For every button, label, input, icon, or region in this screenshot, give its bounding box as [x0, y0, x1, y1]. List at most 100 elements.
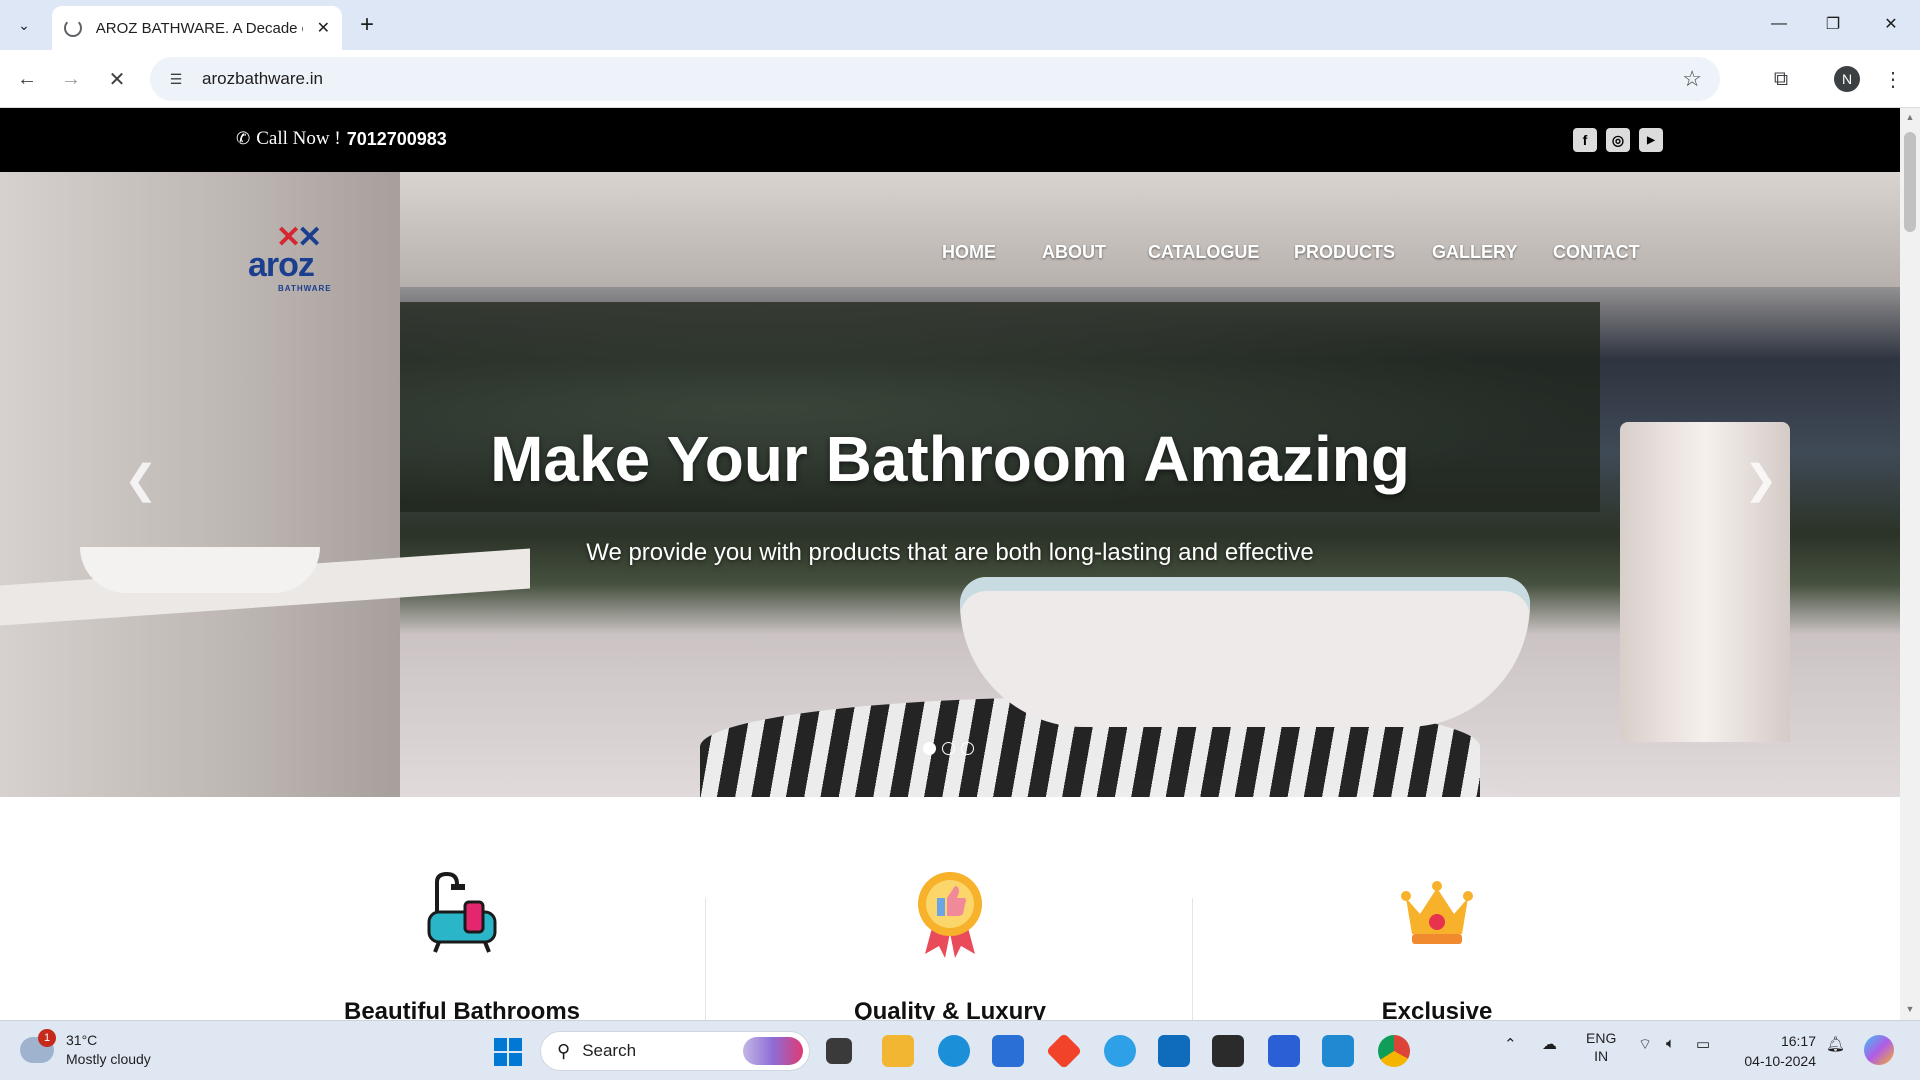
task-view-icon[interactable] — [826, 1038, 852, 1064]
feature-divider — [705, 898, 706, 1020]
lang-bottom: IN — [1594, 1048, 1609, 1064]
forward-button[interactable]: → — [56, 64, 86, 94]
nav-contact[interactable]: CONTACT — [1553, 242, 1640, 263]
tab-search-button[interactable]: ⌄ — [10, 12, 38, 38]
feature-beautiful-bathrooms: Beautiful Bathrooms — [332, 868, 592, 1020]
notifications-icon[interactable]: 🔔︎ — [1826, 1035, 1845, 1053]
restore-button[interactable]: ❐ — [1806, 8, 1860, 40]
copilot-icon[interactable] — [1864, 1035, 1894, 1065]
loading-spinner-icon — [64, 19, 82, 37]
extensions-icon[interactable]: ⧉ — [1766, 64, 1796, 94]
hero-subtitle: We provide you with products that are bo… — [586, 539, 1314, 566]
instagram-icon[interactable]: ◎ — [1606, 128, 1630, 152]
browser-toolbar: ← → ✕ ☰ arozbathware.in ☆ ⧉ N ⋮ — [0, 50, 1920, 108]
hero-image-bathtub — [960, 577, 1530, 727]
close-tab-icon[interactable]: ✕ — [317, 18, 330, 38]
crown-icon — [1392, 868, 1482, 958]
notification-badge: 1 — [38, 1029, 56, 1047]
browser-tab[interactable]: AROZ BATHWARE. A Decade of ✕ — [52, 6, 342, 50]
onedrive-icon[interactable]: ☁ — [1542, 1035, 1557, 1053]
feature-exclusive: Exclusive — [1307, 868, 1567, 1020]
clock-time: 16:17 — [1780, 1033, 1816, 1049]
cloud-icon: 1 — [20, 1029, 56, 1063]
chevron-up-icon[interactable]: ⌃ — [1504, 1035, 1517, 1053]
tab-title: AROZ BATHWARE. A Decade of — [95, 19, 303, 37]
carousel-dot[interactable] — [923, 742, 936, 755]
app-icon[interactable] — [1212, 1035, 1244, 1067]
weather-text: 31°C Mostly cloudy — [66, 1031, 151, 1069]
search-icon: ⚲ — [557, 1040, 571, 1061]
wifi-icon[interactable]: ⌔ — [1638, 1035, 1652, 1054]
new-tab-button[interactable]: + — [352, 10, 382, 40]
nav-home[interactable]: HOME — [942, 242, 996, 263]
nav-catalogue[interactable]: CATALOGUE — [1148, 242, 1259, 263]
feature-label: Quality & Luxury — [853, 998, 1047, 1020]
logo-subtitle: BATHWARE — [278, 284, 332, 293]
browser-tab-strip: ⌄ AROZ BATHWARE. A Decade of ✕ + — ❐ ✕ — [0, 0, 1920, 50]
file-explorer-icon[interactable] — [882, 1035, 914, 1067]
taskbar-search[interactable]: ⚲ Search — [540, 1031, 810, 1071]
carousel-prev-icon[interactable]: ❮ — [124, 457, 158, 503]
edge-icon[interactable] — [938, 1035, 970, 1067]
call-label: Call Now ! — [256, 128, 341, 149]
windows-start-icon[interactable] — [494, 1038, 522, 1066]
hero-carousel: ✕✕ aroz BATHWARE HOME ABOUT CATALOGUE PR… — [0, 172, 1900, 797]
browser-menu-icon[interactable]: ⋮ — [1878, 64, 1908, 94]
feature-label: Beautiful Bathrooms — [343, 998, 580, 1020]
search-label: Search — [582, 1041, 637, 1060]
close-window-button[interactable]: ✕ — [1864, 8, 1918, 40]
scroll-thumb[interactable] — [1904, 132, 1916, 232]
page-viewport: ✆ Call Now ! 7012700983 f ◎ ▶ ✕✕ aroz BA… — [0, 108, 1920, 1020]
profile-button[interactable]: N — [1832, 64, 1862, 94]
contact-bar: ✆ Call Now ! 7012700983 f ◎ ▶ — [0, 108, 1900, 172]
back-button[interactable]: ← — [12, 64, 42, 94]
nav-gallery[interactable]: GALLERY — [1432, 242, 1517, 263]
site-logo[interactable]: ✕✕ aroz BATHWARE — [246, 220, 350, 300]
word-icon[interactable] — [1268, 1035, 1300, 1067]
clock-date: 04-10-2024 — [1744, 1053, 1816, 1069]
anydesk-icon[interactable] — [1045, 1032, 1083, 1070]
page-scrollbar[interactable]: ▲ ▼ — [1900, 108, 1920, 1020]
vscode-icon[interactable] — [1322, 1035, 1354, 1067]
carousel-indicators — [923, 742, 974, 755]
feature-divider — [1192, 898, 1193, 1020]
weather-widget[interactable]: 1 31°C Mostly cloudy — [20, 1029, 151, 1069]
weather-temp: 31°C — [66, 1032, 98, 1048]
volume-icon[interactable]: 🔈︎ — [1666, 1035, 1675, 1052]
search-highlight-image — [743, 1037, 803, 1065]
nav-about[interactable]: ABOUT — [1042, 242, 1106, 263]
award-badge-icon — [905, 868, 995, 958]
language-indicator[interactable]: ENG IN — [1586, 1029, 1616, 1065]
scroll-up-icon[interactable]: ▲ — [1904, 112, 1916, 124]
scroll-down-icon[interactable]: ▼ — [1904, 1004, 1916, 1016]
chrome-icon[interactable] — [1378, 1035, 1410, 1067]
facebook-icon[interactable]: f — [1573, 128, 1597, 152]
feature-quality-luxury: Quality & Luxury — [820, 868, 1080, 1020]
logo-wordmark: aroz — [248, 246, 315, 284]
phone-number[interactable]: 7012700983 — [347, 129, 447, 150]
carousel-next-icon[interactable]: ❯ — [1744, 457, 1778, 503]
stop-loading-button[interactable]: ✕ — [102, 64, 132, 94]
address-bar[interactable]: ☰ arozbathware.in ☆ — [150, 57, 1720, 101]
carousel-dot[interactable] — [942, 742, 955, 755]
battery-icon[interactable]: ▭ — [1696, 1035, 1710, 1053]
weather-condition: Mostly cloudy — [66, 1051, 151, 1067]
lang-top: ENG — [1586, 1030, 1617, 1046]
store-icon[interactable] — [992, 1035, 1024, 1067]
bathtub-icon — [417, 868, 507, 958]
app-icon[interactable] — [1104, 1035, 1136, 1067]
outlook-icon[interactable] — [1158, 1035, 1190, 1067]
youtube-icon[interactable]: ▶ — [1639, 128, 1663, 152]
site-info-icon[interactable]: ☰ — [164, 67, 188, 91]
url-text: arozbathware.in — [202, 69, 323, 88]
phone-icon: ✆ — [236, 129, 251, 148]
nav-products[interactable]: PRODUCTS — [1294, 242, 1395, 263]
call-now[interactable]: ✆ Call Now ! 7012700983 — [236, 128, 447, 150]
system-clock[interactable]: 16:17 04-10-2024 — [1736, 1031, 1816, 1071]
avatar: N — [1834, 66, 1860, 92]
windows-taskbar: 1 31°C Mostly cloudy ⚲ Search ⌃ ☁ ENG IN… — [0, 1020, 1920, 1080]
carousel-dot[interactable] — [961, 742, 974, 755]
feature-label: Exclusive — [1381, 998, 1493, 1020]
bookmark-star-icon[interactable]: ☆ — [1682, 66, 1702, 92]
minimize-button[interactable]: — — [1752, 8, 1806, 40]
